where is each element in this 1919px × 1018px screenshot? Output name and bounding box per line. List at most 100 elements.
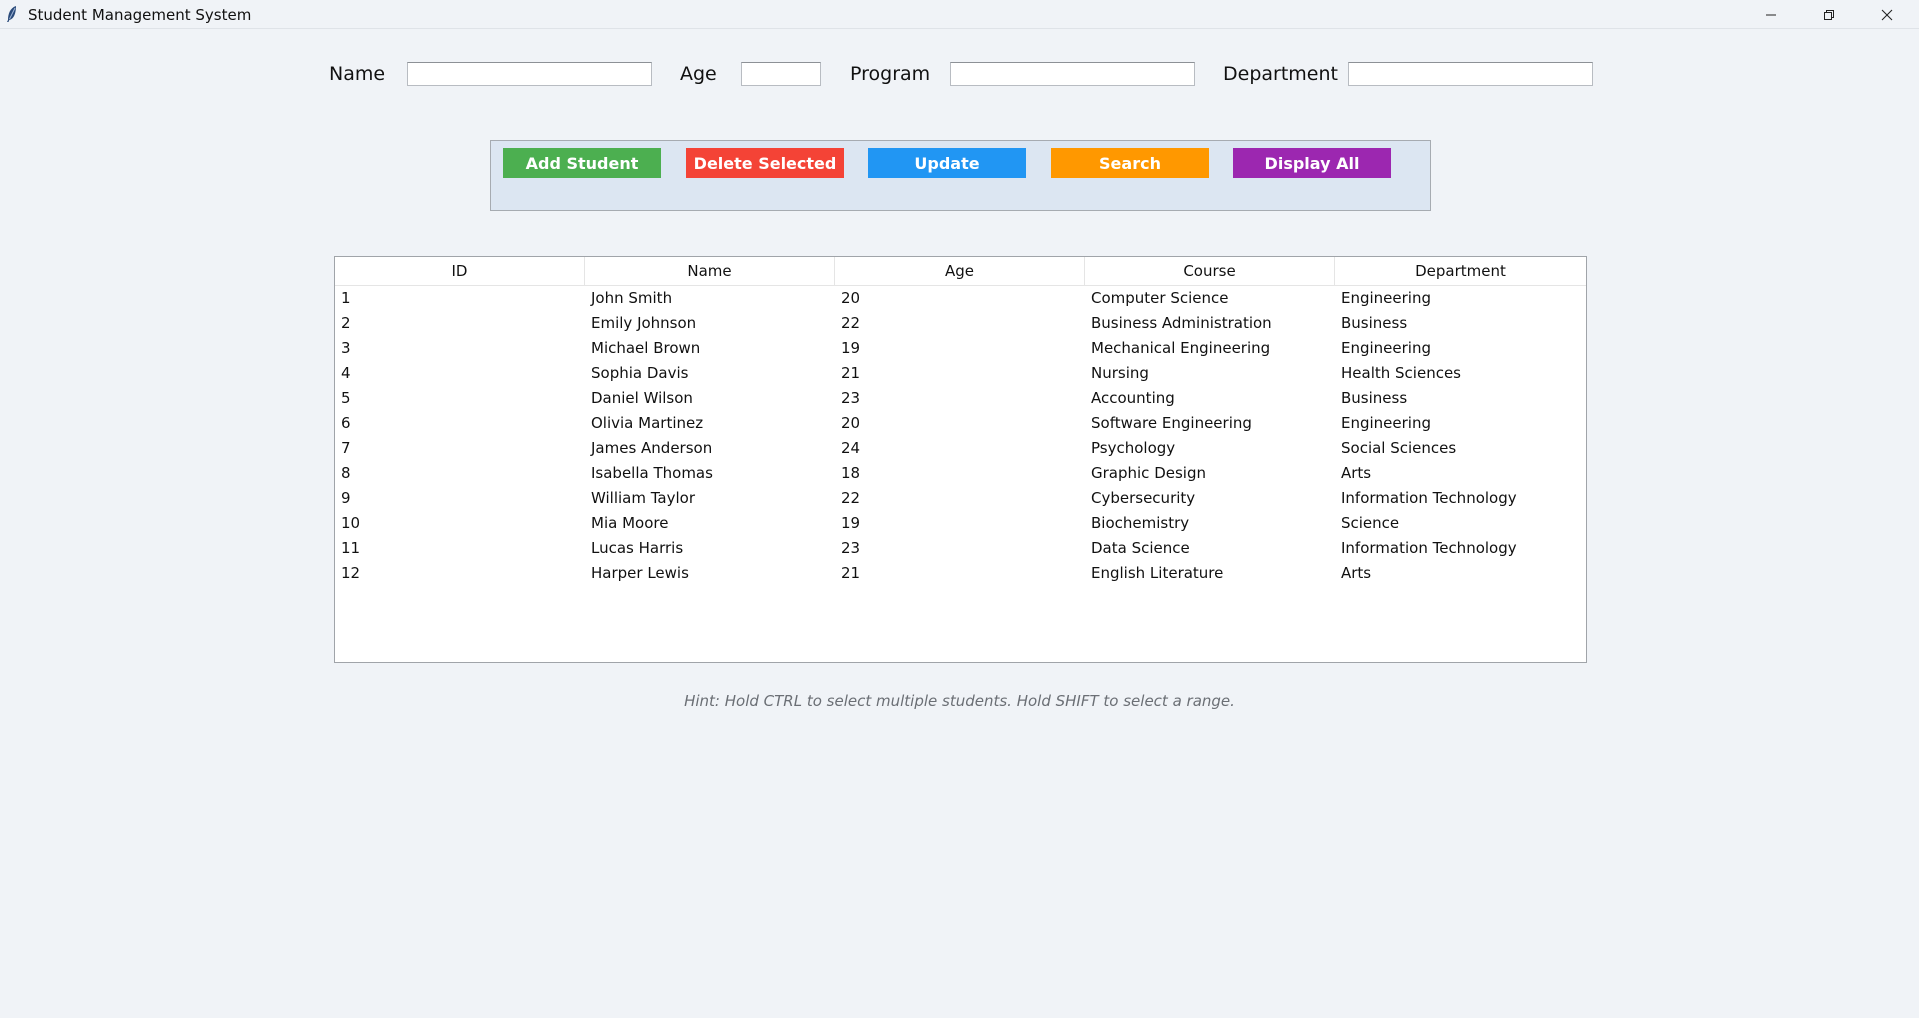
column-header-age[interactable]: Age [835, 257, 1085, 285]
close-icon [1881, 9, 1893, 21]
cell-name: James Anderson [591, 439, 713, 457]
cell-course: English Literature [1091, 564, 1224, 582]
program-input[interactable] [950, 62, 1195, 86]
name-input[interactable] [407, 62, 652, 86]
table-row[interactable]: 2 Emily Johnson 22 Business Administration B… [335, 311, 1586, 336]
program-label: Program [850, 63, 931, 85]
table-row[interactable]: 10 Mia Moore 19 Biochemistry Science [335, 511, 1586, 536]
cell-department: Information Technology [1341, 489, 1517, 507]
cell-department: Health Sciences [1341, 364, 1461, 382]
cell-department: Social Sciences [1341, 439, 1457, 457]
cell-id: 4 [341, 364, 351, 382]
restore-button[interactable] [1800, 0, 1858, 29]
age-input[interactable] [741, 62, 821, 86]
cell-course: Mechanical Engineering [1091, 339, 1271, 357]
table-row[interactable]: 12 Harper Lewis 21 English Literature Arts [335, 561, 1586, 586]
cell-age: 19 [841, 514, 861, 532]
cell-course: Nursing [1091, 364, 1149, 382]
cell-age: 18 [841, 464, 861, 482]
table-row[interactable]: 5 Daniel Wilson 23 Accounting Business [335, 386, 1586, 411]
age-label: Age [680, 63, 717, 85]
cell-name: John Smith [591, 289, 673, 307]
cell-id: 7 [341, 439, 351, 457]
cell-id: 11 [341, 539, 361, 557]
table-row[interactable]: 3 Michael Brown 19 Mechanical Engineering En… [335, 336, 1586, 361]
cell-course: Data Science [1091, 539, 1190, 557]
cell-course: Cybersecurity [1091, 489, 1196, 507]
cell-name: Sophia Davis [591, 364, 689, 382]
cell-course: Biochemistry [1091, 514, 1190, 532]
cell-name: Daniel Wilson [591, 389, 693, 407]
cell-name: Isabella Thomas [591, 464, 713, 482]
table-row[interactable]: 9 William Taylor 22 Cybersecurity Informatio… [335, 486, 1586, 511]
cell-department: Engineering [1341, 414, 1431, 432]
column-header-name[interactable]: Name [585, 257, 835, 285]
cell-id: 2 [341, 314, 351, 332]
department-label: Department [1223, 63, 1338, 85]
cell-id: 6 [341, 414, 351, 432]
feather-icon [5, 5, 19, 23]
update-button[interactable]: Update [868, 148, 1026, 178]
minimize-button[interactable] [1742, 0, 1800, 29]
table-row[interactable]: 6 Olivia Martinez 20 Software Engineering En… [335, 411, 1586, 436]
cell-course: Computer Science [1091, 289, 1229, 307]
cell-name: Harper Lewis [591, 564, 689, 582]
cell-age: 20 [841, 414, 861, 432]
table-body: 1 John Smith 20 Computer Science Engineering… [335, 286, 1586, 586]
minimize-icon [1765, 9, 1777, 21]
cell-department: Business [1341, 314, 1408, 332]
cell-age: 24 [841, 439, 861, 457]
cell-name: Lucas Harris [591, 539, 684, 557]
name-label: Name [329, 63, 386, 85]
cell-course: Accounting [1091, 389, 1175, 407]
cell-name: Michael Brown [591, 339, 701, 357]
cell-age: 20 [841, 289, 861, 307]
add-student-button[interactable]: Add Student [503, 148, 661, 178]
cell-department: Engineering [1341, 339, 1431, 357]
cell-name: Olivia Martinez [591, 414, 704, 432]
display-all-button[interactable]: Display All [1233, 148, 1391, 178]
cell-department: Engineering [1341, 289, 1431, 307]
department-input[interactable] [1348, 62, 1593, 86]
table-row[interactable]: 4 Sophia Davis 21 Nursing Health Sciences [335, 361, 1586, 386]
cell-course: Graphic Design [1091, 464, 1206, 482]
cell-age: 23 [841, 539, 861, 557]
cell-age: 21 [841, 364, 861, 382]
cell-name: Emily Johnson [591, 314, 697, 332]
delete-selected-button[interactable]: Delete Selected [686, 148, 844, 178]
cell-id: 9 [341, 489, 351, 507]
cell-course: Business Administration [1091, 314, 1272, 332]
hint-text: Hint: Hold CTRL to select multiple stude… [684, 692, 1235, 710]
cell-age: 22 [841, 314, 861, 332]
cell-department: Information Technology [1341, 539, 1517, 557]
column-header-course[interactable]: Course [1085, 257, 1335, 285]
student-table[interactable]: ID Name Age Course Department 1 John Smit… [334, 256, 1587, 663]
cell-age: 22 [841, 489, 861, 507]
search-button[interactable]: Search [1051, 148, 1209, 178]
table-header: ID Name Age Course Department [335, 257, 1586, 286]
cell-name: William Taylor [591, 489, 696, 507]
column-header-id[interactable]: ID [335, 257, 585, 285]
cell-department: Business [1341, 389, 1408, 407]
cell-age: 23 [841, 389, 861, 407]
table-row[interactable]: 8 Isabella Thomas 18 Graphic Design Arts [335, 461, 1586, 486]
restore-icon [1823, 9, 1835, 21]
close-button[interactable] [1858, 0, 1916, 29]
cell-id: 3 [341, 339, 351, 357]
column-header-department[interactable]: Department [1335, 257, 1586, 285]
cell-age: 19 [841, 339, 861, 357]
cell-course: Software Engineering [1091, 414, 1252, 432]
window-title: Student Management System [28, 6, 252, 24]
title-bar: Student Management System [0, 0, 1919, 29]
table-row[interactable]: 1 John Smith 20 Computer Science Engineering [335, 286, 1586, 311]
table-row[interactable]: 7 James Anderson 24 Psychology Social Scienc… [335, 436, 1586, 461]
cell-department: Science [1341, 514, 1400, 532]
cell-id: 10 [341, 514, 361, 532]
cell-id: 12 [341, 564, 361, 582]
cell-id: 1 [341, 289, 351, 307]
table-row[interactable]: 11 Lucas Harris 23 Data Science Information … [335, 536, 1586, 561]
cell-id: 8 [341, 464, 351, 482]
cell-department: Arts [1341, 564, 1372, 582]
cell-course: Psychology [1091, 439, 1176, 457]
cell-department: Arts [1341, 464, 1372, 482]
